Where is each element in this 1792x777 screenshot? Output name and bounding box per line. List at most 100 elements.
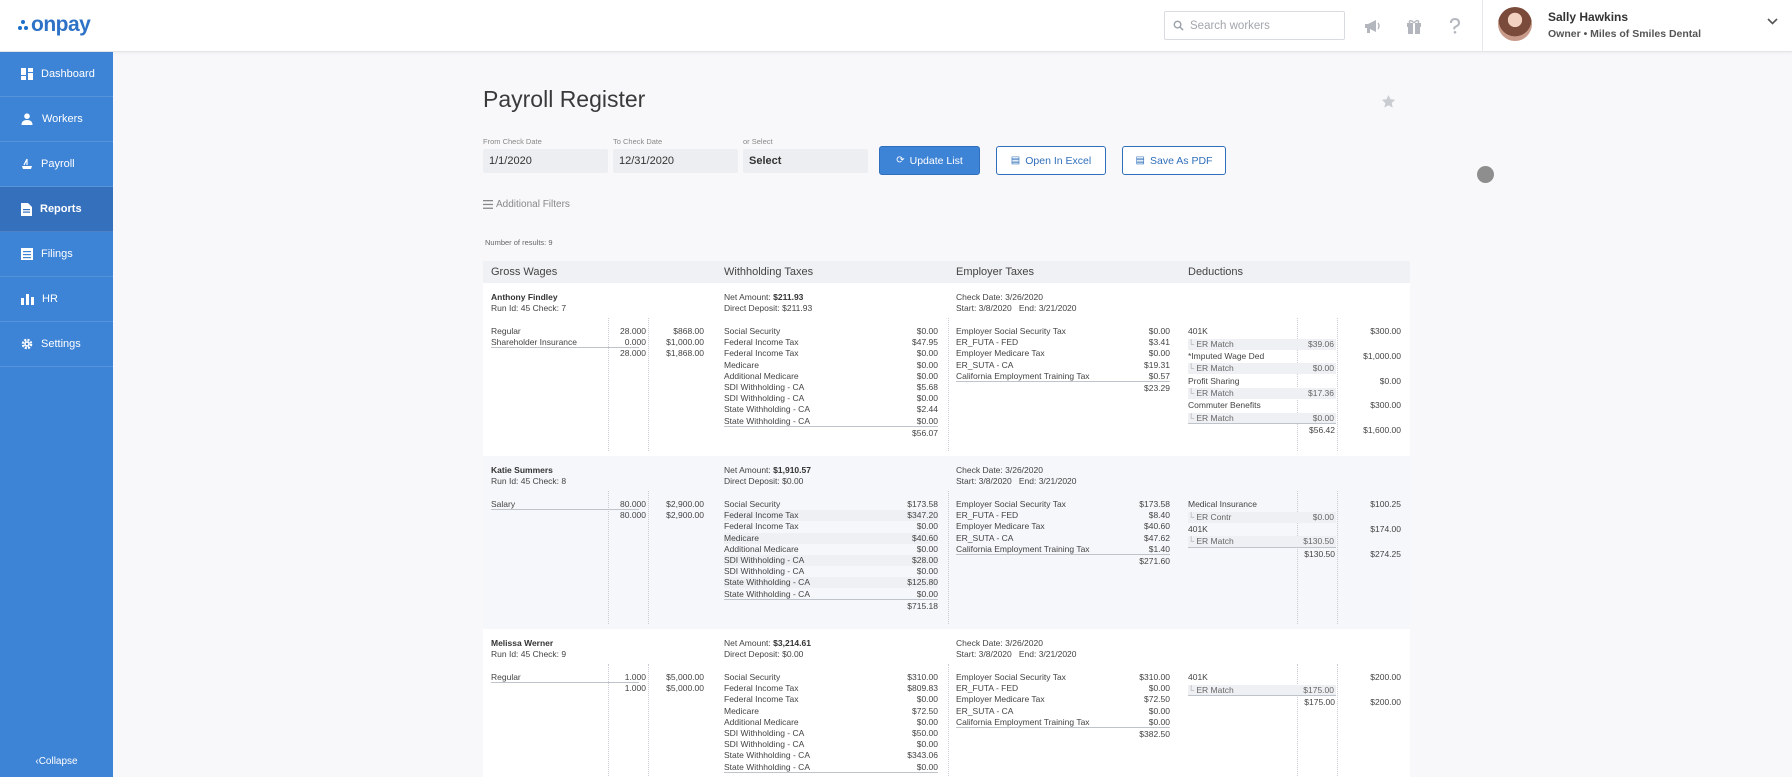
withholding-row: Medicare $0.00 (724, 359, 938, 370)
payroll-register-table: Gross Wages Withholding Taxes Employer T… (483, 261, 1410, 777)
employer-tax-row: ER_FUTA - FED $8.40 (956, 510, 1170, 521)
deduction-row: 401K (1188, 326, 1208, 336)
sidebar-item-filings[interactable]: Filings (0, 232, 113, 277)
employee-name[interactable]: Anthony Findley (491, 292, 558, 303)
chevron-down-icon[interactable] (1767, 18, 1778, 26)
withholding-row: Additional Medicare $0.00 (724, 370, 938, 381)
withholding-row: Medicare $40.60 (724, 532, 938, 544)
wage-hours: 1.000 (624, 672, 646, 682)
save-as-pdf-label: Save As PDF (1150, 154, 1213, 167)
logo-mark-icon (18, 19, 29, 31)
employer-tax-row: Employer Social Security Tax $310.00 (956, 672, 1170, 682)
direct-deposit: Direct Deposit: $0.00 (724, 649, 804, 659)
check-date: Check Date: 3/26/2020 (956, 465, 1043, 475)
net-amount: Net Amount: $1,910.57 (724, 465, 811, 475)
additional-filters-toggle[interactable]: Additional Filters (483, 199, 570, 210)
deduction-row: Commuter Benefits (1188, 400, 1261, 411)
to-date-group: To Check Date 12/31/2020 (613, 137, 738, 173)
sidebar-item-reports[interactable]: Reports (0, 187, 113, 232)
deduction-divider (1188, 694, 1336, 696)
deduction-row: Profit Sharing (1188, 375, 1240, 386)
employer-tax-total: $23.29 (1144, 383, 1170, 393)
open-in-excel-button[interactable]: ▤ Open In Excel (996, 146, 1106, 175)
employee-name[interactable]: Katie Summers (491, 465, 553, 476)
column-header: Employer Taxes (956, 266, 1035, 278)
save-as-pdf-button[interactable]: ▤ Save As PDF (1122, 146, 1226, 175)
deduction-total: $1,600.00 (1363, 425, 1401, 436)
employer-tax-row: Employer Medicare Tax $40.60 (956, 521, 1170, 532)
main-content: Payroll Register From Check Date 1/1/202… (113, 52, 1792, 777)
sidebar-item-payroll[interactable]: Payroll (0, 142, 113, 187)
withholding-row: Federal Income Tax $347.20 (724, 510, 938, 522)
megaphone-icon[interactable] (1361, 15, 1383, 37)
employee-record: Melissa Werner Run Id: 45 Check: 9 Net Amo… (483, 629, 1410, 777)
sidebar-item-label: HR (42, 293, 58, 305)
withholding-row: State Withholding - CA $2.44 (724, 404, 938, 415)
employer-tax-row: Employer Social Security Tax $173.58 (956, 499, 1170, 509)
table-header: Gross Wages Withholding Taxes Employer T… (483, 261, 1410, 283)
sidebar-item-label: Reports (40, 203, 82, 215)
favorite-star-icon[interactable] (1381, 94, 1396, 109)
column-header: Deductions (1188, 266, 1244, 278)
pay-period: Start: 3/8/2020 End: 3/21/2020 (956, 649, 1077, 659)
to-date-input[interactable]: 12/31/2020 (613, 149, 738, 173)
deduction-row: *Imputed Wage Ded (1188, 350, 1265, 361)
withholding-row: SDI Withholding - CA $0.00 (724, 393, 938, 404)
withholding-row: Additional Medicare $0.00 (724, 716, 938, 727)
search-input[interactable] (1190, 19, 1340, 32)
withholding-row: Medicare $72.50 (724, 705, 938, 716)
sidebar-item-label: Filings (41, 248, 73, 260)
wage-amount-total: $1,868.00 (666, 348, 704, 359)
deduction-amount: $174.00 (1370, 523, 1401, 534)
sidebar-item-label: Dashboard (41, 68, 95, 80)
deduction-row: └ ER Match $17.36 (1188, 388, 1336, 400)
user-role: Owner • Miles of Smiles Dental (1548, 28, 1702, 40)
wage-hours: 28.000 (620, 326, 646, 336)
deduction-amount: $200.00 (1370, 672, 1401, 682)
sidebar-item-dashboard[interactable]: Dashboard (0, 52, 113, 97)
run-id: Run Id: 45 Check: 7 (491, 303, 567, 313)
employer-tax-total: $382.50 (1139, 729, 1170, 739)
user-menu[interactable]: Sally Hawkins Owner • Miles of Smiles De… (1482, 0, 1792, 52)
collapse-label: Collapse (38, 756, 78, 767)
search-box[interactable] (1164, 11, 1345, 40)
user-name: Sally Hawkins (1548, 10, 1629, 24)
deduction-amount: $100.25 (1370, 499, 1401, 509)
help-icon[interactable] (1444, 15, 1466, 37)
withholding-row: Social Security $310.00 (724, 672, 938, 682)
onpay-logo[interactable]: onpay (18, 13, 91, 36)
withholding-total: $56.07 (912, 427, 938, 438)
from-date-input[interactable]: 1/1/2020 (483, 149, 608, 173)
from-date-group: From Check Date 1/1/2020 (483, 137, 608, 173)
employer-tax-total: $271.60 (1139, 556, 1170, 566)
employer-tax-row: Employer Medicare Tax $0.00 (956, 348, 1170, 359)
deduction-divider (1188, 546, 1336, 548)
update-list-button[interactable]: ⟳ Update List (879, 146, 980, 175)
sidebar-item-settings[interactable]: Settings (0, 322, 113, 367)
employer-tax-row: Employer Medicare Tax $72.50 (956, 694, 1170, 705)
deduction-row: 401K (1188, 523, 1208, 534)
from-date-label: From Check Date (483, 137, 542, 146)
sidebar-item-label: Workers (42, 113, 83, 125)
sidebar-item-workers[interactable]: Workers (0, 97, 113, 142)
wage-hours-total: 80.000 (620, 510, 646, 521)
withholding-row: Federal Income Tax $809.83 (724, 683, 938, 694)
hr-icon (21, 293, 34, 305)
withholding-row: Federal Income Tax $0.00 (724, 521, 938, 532)
select-group: or Select Select (743, 137, 868, 173)
withholding-row: State Withholding - CA $125.80 (724, 577, 938, 589)
gift-icon[interactable] (1403, 15, 1425, 37)
filter-list-icon (483, 200, 493, 209)
period-select[interactable]: Select (743, 149, 868, 173)
withholding-row: Social Security $0.00 (724, 326, 938, 336)
sidebar-item-hr[interactable]: HR (0, 277, 113, 322)
wage-amount-total: $5,000.00 (666, 683, 704, 694)
employee-name[interactable]: Melissa Werner (491, 638, 553, 649)
collapse-button[interactable]: ‹Collapse (0, 756, 113, 767)
check-date: Check Date: 3/26/2020 (956, 638, 1043, 648)
deduction-row: 401K (1188, 672, 1208, 682)
withholding-row: SDI Withholding - CA $0.00 (724, 566, 938, 577)
update-list-label: Update List (909, 154, 963, 167)
search-icon (1173, 20, 1184, 31)
employer-tax-row: California Employment Training Tax $0.57 (956, 370, 1170, 382)
